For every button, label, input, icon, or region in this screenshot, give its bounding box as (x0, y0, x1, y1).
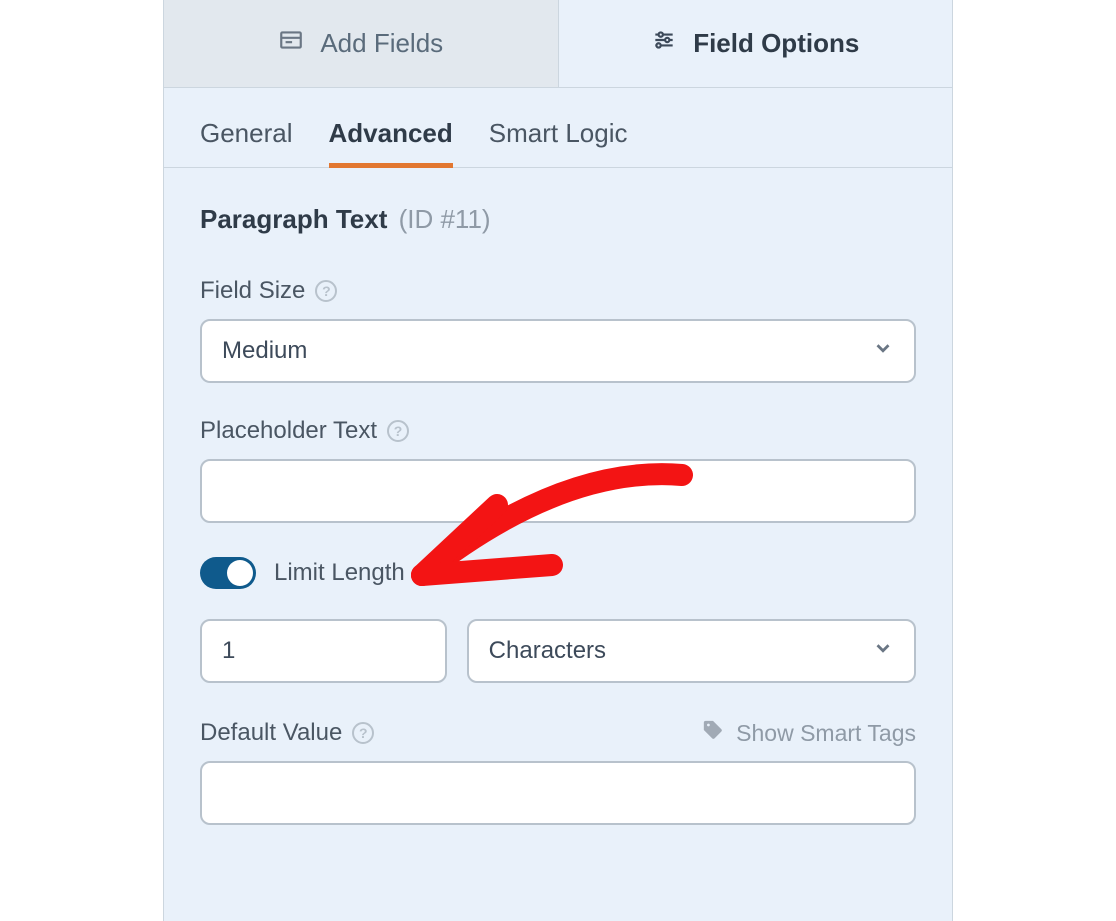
help-icon[interactable]: ? (352, 722, 374, 744)
toggle-knob (227, 560, 253, 586)
help-icon[interactable]: ? (315, 280, 337, 302)
field-id-tag: (ID #11) (399, 204, 491, 234)
label-limit-length: Limit Length (274, 559, 405, 587)
sub-tab-advanced[interactable]: Advanced (329, 118, 453, 168)
form-icon (278, 27, 304, 60)
select-field-size[interactable]: Medium (200, 319, 916, 383)
label-field-size: Field Size (200, 277, 305, 305)
sub-tabs: General Advanced Smart Logic (164, 88, 952, 168)
label-placeholder-text: Placeholder Text (200, 417, 377, 445)
tab-add-fields-label: Add Fields (320, 28, 443, 59)
field-title: Paragraph Text (ID #11) (200, 204, 916, 235)
row-field-size: Field Size ? Medium (200, 277, 916, 383)
input-limit-number[interactable]: 1 (200, 619, 447, 683)
select-limit-unit-value: Characters (489, 637, 606, 665)
tab-add-fields[interactable]: Add Fields (164, 0, 559, 87)
row-placeholder-text: Placeholder Text ? (200, 417, 916, 523)
sub-tab-general[interactable]: General (200, 118, 293, 167)
label-show-smart-tags: Show Smart Tags (736, 720, 916, 747)
row-limit-length-toggle: Limit Length ? (200, 557, 916, 589)
select-field-size-value: Medium (222, 337, 307, 365)
main-tabs: Add Fields Field Options (164, 0, 952, 88)
input-placeholder-text[interactable] (200, 459, 916, 523)
field-options-panel: Add Fields Field Options General Advance… (163, 0, 953, 921)
options-body: Paragraph Text (ID #11) Field Size ? Med… (164, 168, 952, 861)
input-default-value[interactable] (200, 761, 916, 825)
tab-field-options[interactable]: Field Options (559, 0, 953, 87)
help-icon[interactable]: ? (387, 420, 409, 442)
select-limit-unit[interactable]: Characters (467, 619, 916, 683)
input-limit-number-value: 1 (222, 637, 235, 665)
toggle-limit-length[interactable] (200, 557, 256, 589)
chevron-down-icon (872, 337, 894, 366)
help-icon[interactable]: ? (423, 562, 445, 584)
sub-tab-smart-logic[interactable]: Smart Logic (489, 118, 628, 167)
tag-icon (702, 719, 724, 747)
field-type-name: Paragraph Text (200, 204, 387, 234)
chevron-down-icon (872, 637, 894, 666)
link-show-smart-tags[interactable]: Show Smart Tags (702, 719, 916, 747)
row-limit-values: 1 Characters (200, 619, 916, 683)
row-default-value: Default Value ? Show Smart Tags (200, 719, 916, 825)
sliders-icon (651, 27, 677, 60)
tab-field-options-label: Field Options (693, 28, 859, 59)
label-default-value: Default Value (200, 719, 342, 747)
